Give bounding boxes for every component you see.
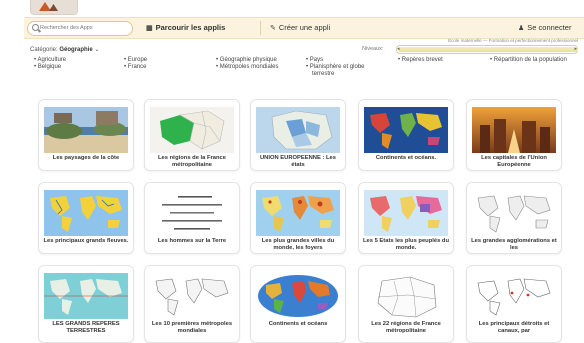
create-app-button[interactable]: ✎ Créer une appli (270, 23, 330, 32)
toolbar-divider (260, 21, 261, 35)
mountain-logo-shape (39, 2, 51, 11)
slider-handle-min[interactable]: ◂ (397, 46, 400, 53)
app-thumbnail (44, 107, 128, 153)
app-title: Les 22 régions de France métropolitaine (371, 321, 441, 334)
app-thumbnail (256, 107, 340, 153)
app-thumbnail (150, 273, 234, 319)
mountain-logo-shape-small (49, 4, 58, 11)
app-title: Les 5 Etats les plus peuplés du monde. (362, 238, 449, 251)
app-title: Les 10 premières métropoles mondiales (151, 321, 233, 334)
app-title: Les hommes sur la Terre (157, 238, 227, 244)
browse-apps-label: Parcourir les applis (155, 23, 226, 32)
app-title: Les grandes agglomérations et les (471, 238, 557, 251)
app-logo[interactable] (30, 0, 78, 15)
browse-apps-button[interactable]: ▦ Parcourir les applis (146, 23, 225, 32)
app-card[interactable]: Les 22 régions de France métropolitaine (358, 265, 454, 343)
chevron-down-icon: ⌄ (94, 47, 100, 53)
tag-metropoles-mondiales[interactable]: Métropoles mondiales (216, 64, 279, 71)
levels-range-info: École maternelle — Formation et perfecti… (448, 38, 578, 43)
user-icon: ♟ (518, 25, 525, 32)
levels-slider[interactable]: ◂ ▸ (396, 45, 578, 54)
app-card[interactable]: Continents et océans. (358, 99, 454, 171)
grid-icon: ▦ (146, 25, 153, 32)
tag-belgique[interactable]: Belgique (34, 64, 61, 71)
tag-geographie-physique[interactable]: Géographie physique (216, 57, 277, 64)
app-thumbnail (44, 190, 128, 236)
search-icon (32, 24, 39, 31)
app-thumbnail (256, 273, 340, 319)
app-thumbnail (364, 273, 448, 319)
app-card[interactable]: Les paysages de la côte (38, 99, 134, 171)
app-card[interactable]: Les 5 Etats les plus peuplés du monde. (358, 182, 454, 254)
tag-repartition-population[interactable]: Répartition de la population (490, 57, 570, 64)
category-value: Géographie (59, 47, 93, 53)
top-toolbar: ▦Parcourir les applis ✎Créer une appli ♟… (24, 17, 584, 39)
app-title: Les principaux détroits et canaux, par (478, 321, 550, 334)
tag-france[interactable]: France (124, 64, 147, 71)
app-thumbnail (44, 273, 128, 319)
app-thumbnail (364, 190, 448, 236)
app-thumbnail (472, 273, 556, 319)
app-card[interactable]: Les principaux grands fleuves. (38, 182, 134, 254)
app-card[interactable]: Les 10 premières métropoles mondiales (144, 265, 240, 343)
search-input[interactable] (40, 23, 128, 33)
levels-label: Niveaux: (362, 46, 384, 52)
login-label: Se connecter (527, 23, 572, 32)
search-box[interactable] (27, 21, 133, 36)
slider-handle-max[interactable]: ▸ (574, 46, 577, 53)
app-card[interactable]: UNION EUROPEENNE : Les états (250, 99, 346, 171)
app-thumbnail (150, 107, 234, 153)
app-card[interactable]: LES GRANDS REPERES TERRESTRES (38, 265, 134, 343)
tag-europe[interactable]: Europe (124, 57, 147, 64)
app-title: Les paysages de la côte (52, 155, 120, 161)
app-title: LES GRANDS REPERES TERRESTRES (52, 321, 120, 334)
login-button[interactable]: ♟ Se connecter (518, 23, 571, 32)
app-card[interactable]: Les principaux détroits et canaux, par (466, 265, 562, 343)
category-filter[interactable]: Catégorie: Géographie ⌄ (30, 46, 99, 53)
levels-slider-fill (398, 47, 578, 52)
app-title: Les plus grandes villes du monde, les fo… (261, 238, 335, 251)
app-title: Continents et océans. (375, 155, 437, 161)
app-title: UNION EUROPEENNE : Les états (259, 155, 337, 168)
app-card[interactable]: Les régions de la France métropolitaine (144, 99, 240, 171)
tag-reperes-brevet[interactable]: Repères brevet (398, 57, 443, 64)
app-thumbnail (150, 190, 234, 236)
app-card[interactable]: Les hommes sur la Terre (144, 182, 240, 254)
tag-pays[interactable]: Pays (306, 57, 323, 64)
app-card[interactable]: Les grandes agglomérations et les (466, 182, 562, 254)
create-app-label: Créer une appli (278, 23, 331, 32)
app-title: Continents et océans (268, 321, 328, 327)
pencil-icon: ✎ (270, 25, 276, 32)
tag-planisphere[interactable]: Planisphère et globe terrestre (306, 64, 386, 78)
app-thumbnail (256, 190, 340, 236)
app-card[interactable]: Les plus grandes villes du monde, les fo… (250, 182, 346, 254)
app-title: Les régions de la France métropolitaine (158, 155, 226, 168)
app-thumbnail (472, 107, 556, 153)
category-label: Catégorie: (30, 47, 58, 53)
app-title: Les capitales de l'Union Européenne (481, 155, 547, 168)
app-title: Les principaux grands fleuves. (43, 238, 129, 244)
app-card[interactable]: Les capitales de l'Union Européenne (466, 99, 562, 171)
app-thumbnail (364, 107, 448, 153)
app-card[interactable]: Continents et océans (250, 265, 346, 343)
tag-agriculture[interactable]: Agriculture (34, 57, 66, 64)
app-thumbnail (472, 190, 556, 236)
